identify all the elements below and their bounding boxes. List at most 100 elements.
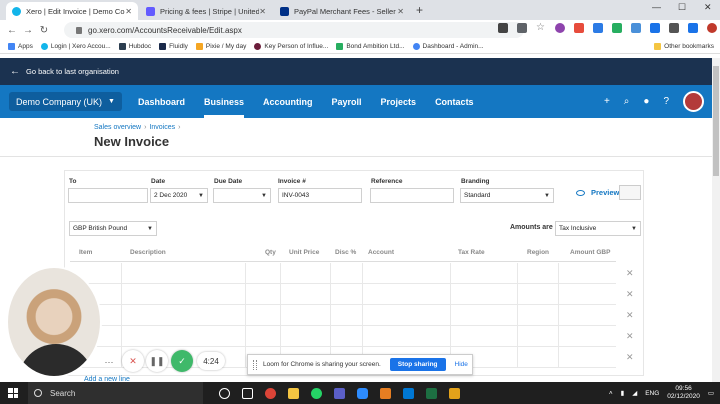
- key-icon[interactable]: [517, 23, 527, 33]
- add-icon[interactable]: +: [604, 96, 610, 107]
- notification-center-icon[interactable]: ▭: [708, 389, 714, 397]
- copy-icon[interactable]: [619, 185, 641, 200]
- zoom-icon[interactable]: [357, 387, 368, 399]
- bookmark-kpi[interactable]: Key Person of Influe...: [254, 43, 328, 50]
- user-avatar[interactable]: [683, 91, 704, 112]
- close-icon[interactable]: ✕: [259, 7, 266, 16]
- minimize-icon[interactable]: —: [652, 2, 661, 12]
- window-close-icon[interactable]: ✕: [704, 2, 712, 13]
- extension-blue-icon[interactable]: [593, 23, 603, 33]
- back-link[interactable]: Go back to last organisation: [26, 67, 119, 76]
- language-indicator[interactable]: ENG: [645, 390, 659, 397]
- delete-row-icon[interactable]: ✕: [626, 268, 634, 279]
- extension-icon[interactable]: [631, 23, 641, 33]
- back-icon[interactable]: ←: [4, 25, 20, 36]
- amounts-select[interactable]: Tax Inclusive ▼: [555, 221, 641, 236]
- excel-icon[interactable]: [426, 387, 437, 399]
- camera-icon[interactable]: [498, 23, 508, 33]
- whatsapp-icon[interactable]: [311, 387, 322, 399]
- bookmark-pixie[interactable]: Pixie / My day: [195, 43, 246, 50]
- breadcrumb-sales-overview[interactable]: Sales overview: [94, 124, 141, 131]
- date-field[interactable]: 2 Dec 2020 ▼: [150, 188, 208, 203]
- extension-icon[interactable]: [688, 23, 698, 33]
- star-icon[interactable]: ☆: [536, 23, 546, 33]
- browser-tab-paypal[interactable]: PayPal Merchant Fees - Seller Fe ✕: [274, 2, 410, 20]
- back-to-org-bar[interactable]: ← Go back to last organisation: [0, 58, 712, 85]
- help-icon[interactable]: ?: [663, 96, 669, 107]
- menu-contacts[interactable]: Contacts: [435, 85, 474, 118]
- currency-select[interactable]: GBP British Pound ▼: [69, 221, 157, 236]
- menu-accounting[interactable]: Accounting: [263, 85, 313, 118]
- browser-tab-xero[interactable]: Xero | Edit Invoice | Demo Co ✕: [6, 2, 138, 20]
- cortana-icon[interactable]: [219, 387, 230, 399]
- invoice-number-field[interactable]: INV-0043: [278, 188, 362, 203]
- cancel-recording-button[interactable]: ✕: [122, 350, 144, 372]
- preview-link[interactable]: Preview: [576, 188, 619, 197]
- file-explorer-icon[interactable]: [288, 387, 299, 399]
- close-icon[interactable]: ✕: [397, 7, 404, 16]
- reference-field[interactable]: [370, 188, 454, 203]
- bookmark-dashboard[interactable]: Dashboard - Admin...: [412, 43, 484, 50]
- bookmark-hubdoc[interactable]: Hubdoc: [118, 43, 151, 50]
- network-icon[interactable]: ▮: [621, 389, 625, 397]
- branding-select[interactable]: Standard ▼: [460, 188, 554, 203]
- close-icon[interactable]: ✕: [125, 7, 132, 16]
- org-switcher[interactable]: Demo Company (UK) ▼: [9, 92, 122, 111]
- puzzle-icon[interactable]: [669, 23, 679, 33]
- due-date-field[interactable]: ▼: [213, 188, 271, 203]
- reload-icon[interactable]: ↻: [36, 25, 52, 36]
- search-icon[interactable]: ⌕: [624, 96, 630, 107]
- bookmark-apps[interactable]: Apps: [8, 43, 33, 50]
- table-row[interactable]: [70, 263, 616, 284]
- drive-icon[interactable]: [612, 23, 622, 33]
- scrollbar-thumb[interactable]: [713, 66, 719, 176]
- address-bar[interactable]: go.xero.com/AccountsReceivable/Edit.aspx: [64, 22, 524, 38]
- to-field[interactable]: [68, 188, 148, 203]
- chevron-down-icon[interactable]: ▼: [198, 193, 204, 199]
- clock[interactable]: 09:56 02/12/2020: [667, 385, 700, 401]
- windows-start-icon[interactable]: [8, 388, 18, 398]
- table-row[interactable]: [70, 326, 616, 347]
- app-icon[interactable]: [403, 387, 414, 399]
- hide-button[interactable]: Hide: [455, 361, 468, 368]
- bookmark-xero[interactable]: Login | Xero Accou...: [40, 43, 111, 50]
- new-tab-icon[interactable]: +: [416, 3, 423, 17]
- browser-tab-stripe[interactable]: Pricing & fees | Stripe | United K ✕: [140, 2, 272, 20]
- bookmark-bond[interactable]: Bond Ambition Ltd...: [336, 43, 405, 50]
- pause-recording-button[interactable]: ❚❚: [146, 350, 168, 372]
- delete-row-icon[interactable]: ✕: [626, 352, 634, 363]
- chevron-up-icon[interactable]: ˄: [609, 390, 613, 397]
- menu-business[interactable]: Business: [203, 85, 245, 118]
- volume-icon[interactable]: ◢: [632, 389, 637, 397]
- more-options-icon[interactable]: ⋯: [101, 354, 117, 370]
- forward-icon[interactable]: →: [20, 25, 36, 36]
- delete-row-icon[interactable]: ✕: [626, 289, 634, 300]
- bookmark-other[interactable]: Other bookmarks: [654, 43, 714, 50]
- table-row[interactable]: [70, 284, 616, 305]
- chevron-down-icon[interactable]: ▼: [261, 193, 267, 199]
- finish-recording-button[interactable]: ✓: [171, 350, 193, 372]
- table-row[interactable]: [70, 305, 616, 326]
- taskbar-search[interactable]: Search: [28, 382, 203, 404]
- menu-payroll[interactable]: Payroll: [332, 85, 362, 118]
- drag-handle-icon[interactable]: [253, 359, 257, 370]
- chrome-icon[interactable]: [265, 387, 276, 399]
- menu-dashboard[interactable]: Dashboard: [138, 85, 185, 118]
- app-icon[interactable]: [380, 387, 391, 399]
- profile-avatar-icon[interactable]: [707, 23, 717, 33]
- loom-extension-icon[interactable]: [555, 23, 565, 33]
- menu-projects[interactable]: Projects: [381, 85, 417, 118]
- webcam-bubble[interactable]: [6, 266, 102, 378]
- task-view-icon[interactable]: [242, 387, 253, 399]
- maximize-icon[interactable]: ☐: [678, 2, 686, 13]
- delete-row-icon[interactable]: ✕: [626, 331, 634, 342]
- teams-icon[interactable]: [334, 387, 345, 399]
- extension-icon[interactable]: [650, 23, 660, 33]
- bookmark-fluidly[interactable]: Fluidly: [159, 43, 188, 50]
- delete-row-icon[interactable]: ✕: [626, 310, 634, 321]
- extension-red-icon[interactable]: [574, 23, 584, 33]
- stop-sharing-button[interactable]: Stop sharing: [389, 358, 446, 371]
- notifications-icon[interactable]: ●: [643, 96, 649, 107]
- app-icon[interactable]: [449, 387, 460, 399]
- breadcrumb-invoices[interactable]: Invoices: [149, 124, 175, 131]
